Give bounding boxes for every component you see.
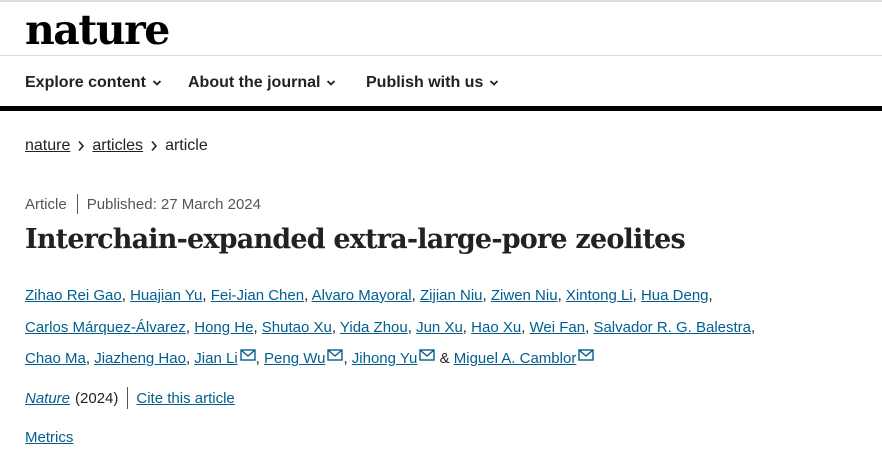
- mail-icon[interactable]: [578, 349, 595, 361]
- author-link[interactable]: Chao Ma: [25, 350, 86, 367]
- chevron-down-icon: [326, 78, 336, 88]
- author-link[interactable]: Wei Fan: [530, 319, 586, 336]
- breadcrumb-articles[interactable]: articles: [92, 137, 143, 155]
- cite-article-link[interactable]: Cite this article: [136, 390, 234, 407]
- author-link[interactable]: Miguel A. Camblor: [454, 350, 577, 367]
- nature-logo[interactable]: nature: [25, 6, 170, 54]
- author-link[interactable]: Hua Deng: [641, 287, 709, 304]
- author-link[interactable]: Jihong Yu: [352, 350, 418, 367]
- meta-divider: [76, 194, 78, 214]
- citation-year: (2024): [75, 389, 119, 407]
- citation-line: Nature (2024) Cite this article: [25, 387, 235, 409]
- author-link[interactable]: Hong He: [194, 319, 253, 336]
- chevron-down-icon: [489, 78, 499, 88]
- author-link[interactable]: Zihao Rei Gao: [25, 287, 122, 304]
- author-link[interactable]: Xintong Li: [566, 287, 633, 304]
- breadcrumb-article: article: [165, 137, 208, 154]
- chevron-down-icon: [152, 78, 162, 88]
- author-link[interactable]: Jian Li: [194, 350, 237, 367]
- author-list: Zihao Rei Gao, Huajian Yu, Fei-Jian Chen…: [25, 287, 756, 367]
- author-link[interactable]: Jiazheng Hao: [94, 350, 186, 367]
- author-link[interactable]: Alvaro Mayoral: [312, 287, 412, 304]
- author-ampersand: &: [439, 350, 450, 367]
- article-title: Interchain-expanded extra-large-pore zeo…: [25, 224, 686, 255]
- citation-divider: [127, 387, 129, 409]
- author-link[interactable]: Salvador R. G. Balestra: [593, 319, 751, 336]
- author-link[interactable]: Huajian Yu: [130, 287, 202, 304]
- nav-label: About the journal: [188, 74, 321, 91]
- author-link[interactable]: Fei-Jian Chen: [211, 287, 304, 304]
- breadcrumb-nature[interactable]: nature: [25, 137, 70, 155]
- author-link[interactable]: Hao Xu: [471, 319, 521, 336]
- author-link[interactable]: Yida Zhou: [340, 319, 408, 336]
- journal-link[interactable]: Nature: [25, 390, 70, 407]
- author-link[interactable]: Ziwen Niu: [491, 287, 558, 304]
- mail-icon[interactable]: [239, 349, 256, 361]
- author-link[interactable]: Shutao Xu: [262, 319, 332, 336]
- nav-explore-content[interactable]: Explore content: [25, 74, 162, 92]
- author-link[interactable]: Zijian Niu: [420, 287, 483, 304]
- metrics-link[interactable]: Metrics: [25, 429, 73, 446]
- author-link[interactable]: Carlos Márquez-Álvarez: [25, 319, 186, 336]
- article-meta: Article Published: 27 March 2024: [25, 194, 261, 214]
- nav-publish-with-us[interactable]: Publish with us: [366, 74, 499, 92]
- chevron-right-icon: [70, 140, 92, 152]
- breadcrumb: nature articles article: [25, 137, 208, 155]
- mail-icon[interactable]: [419, 349, 436, 361]
- main-nav: Explore content About the journal Publis…: [0, 57, 882, 111]
- nav-label: Publish with us: [366, 74, 484, 91]
- author-link[interactable]: Jun Xu: [416, 319, 463, 336]
- chevron-right-icon: [143, 140, 165, 152]
- site-header: nature: [0, 2, 882, 56]
- nav-about-journal[interactable]: About the journal: [188, 74, 336, 92]
- author-link[interactable]: Peng Wu: [264, 350, 325, 367]
- published-date: Published: 27 March 2024: [86, 195, 261, 213]
- article-type: Article: [25, 195, 67, 213]
- nav-label: Explore content: [25, 74, 146, 91]
- mail-icon[interactable]: [327, 349, 344, 361]
